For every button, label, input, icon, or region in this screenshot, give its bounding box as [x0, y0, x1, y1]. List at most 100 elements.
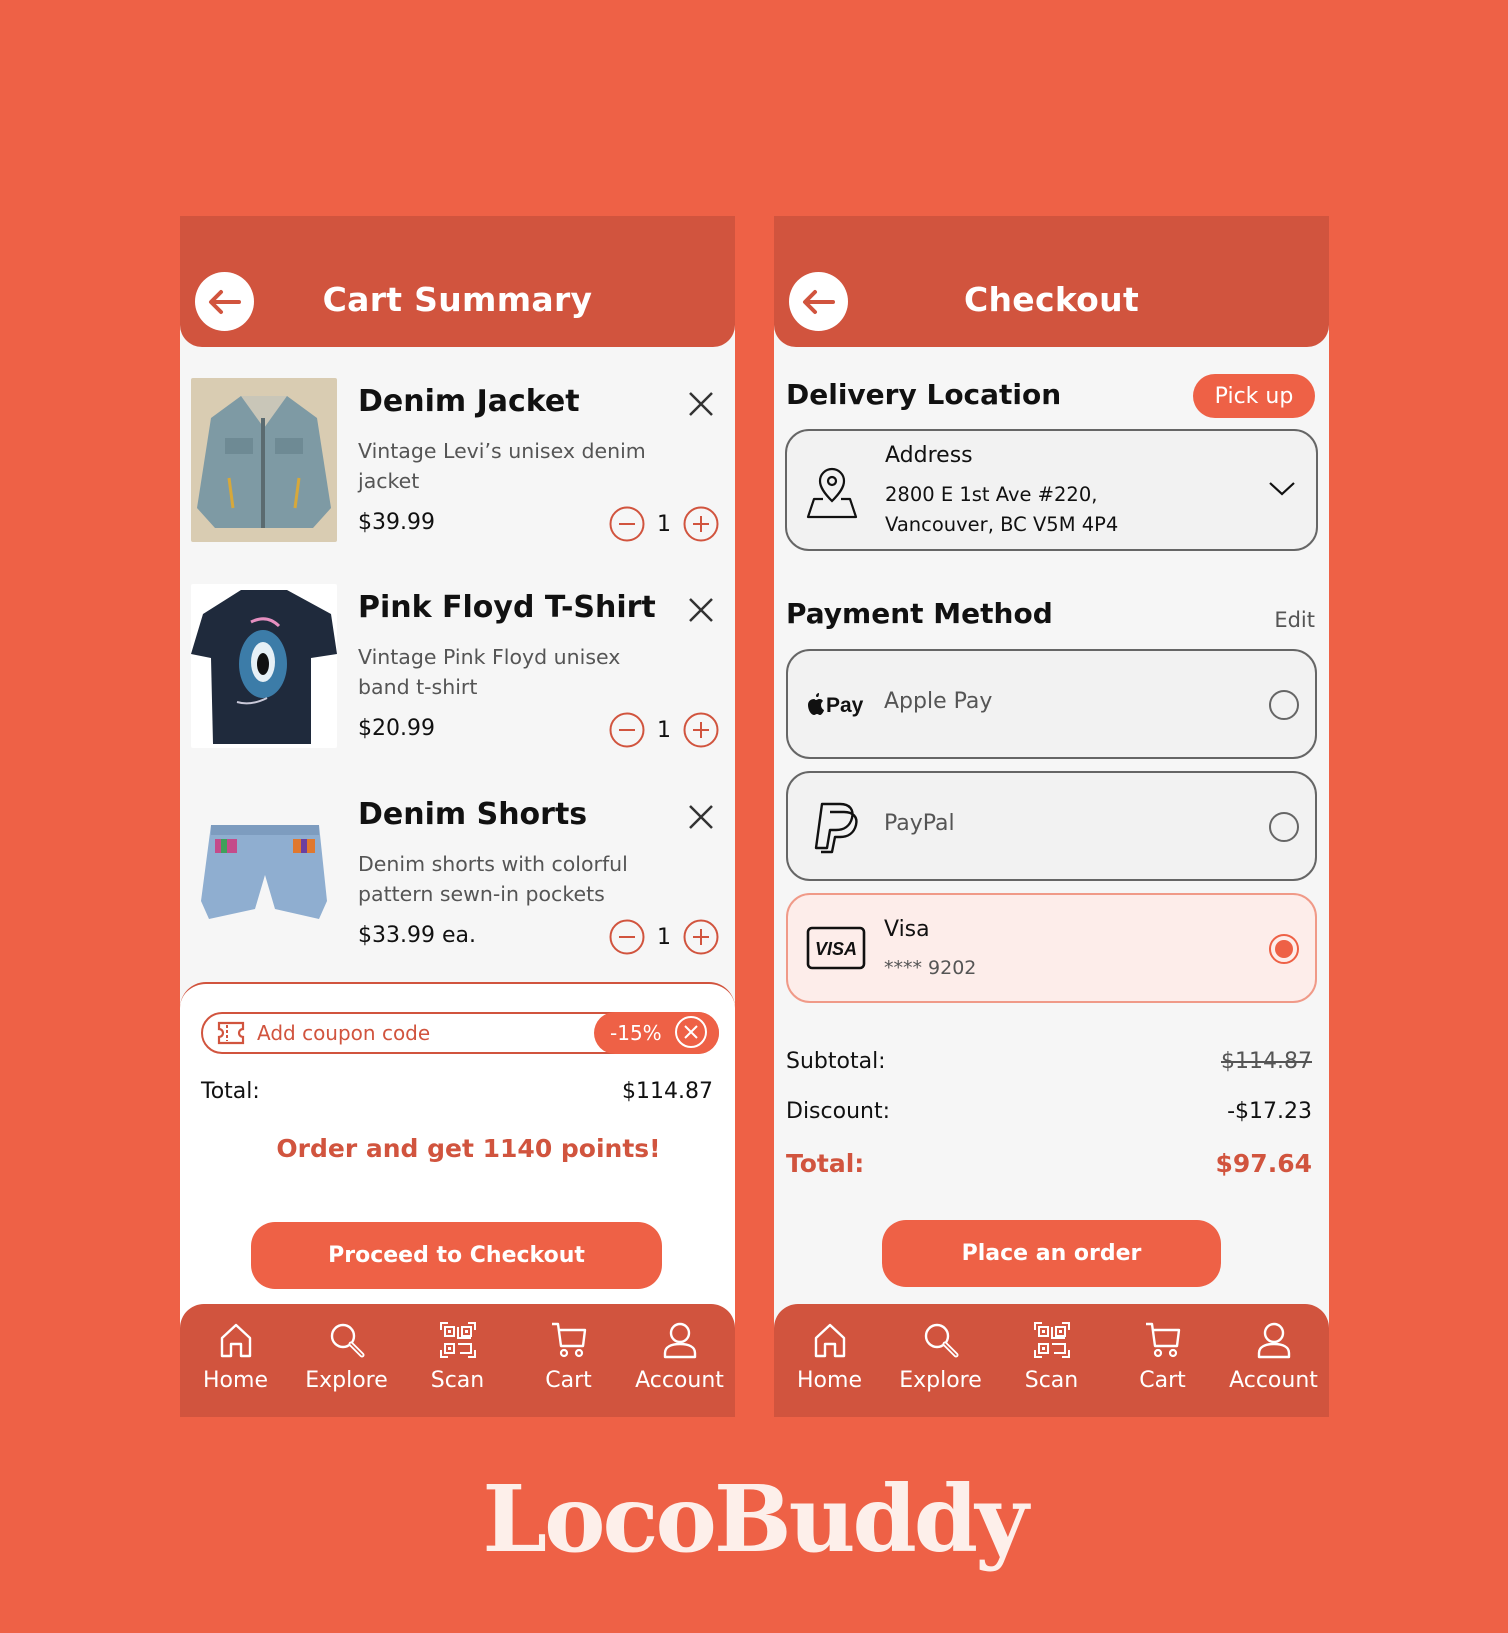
item-name: Denim Shorts [358, 797, 588, 832]
minus-icon[interactable] [609, 712, 645, 748]
payment-option-visa[interactable]: VISA Visa **** 9202 [786, 893, 1317, 1003]
nav-item-account[interactable]: Account [624, 1304, 735, 1417]
nav-item-explore[interactable]: Explore [291, 1304, 402, 1417]
paypal-icon [802, 773, 870, 879]
bottom-nav: Home Explore Scan Cart Account [774, 1304, 1329, 1417]
chevron-down-icon [1269, 482, 1295, 496]
points-message: Order and get 1140 points! [276, 1134, 661, 1163]
subtotal-row: Subtotal: $114.87 [786, 1049, 1312, 1074]
radio-button[interactable] [1269, 812, 1299, 842]
pick-up-button[interactable]: Pick up [1193, 374, 1315, 418]
total-value: $97.64 [1215, 1149, 1312, 1178]
nav-item-explore[interactable]: Explore [885, 1304, 996, 1417]
radio-button[interactable] [1269, 690, 1299, 720]
ticket-icon [217, 1021, 245, 1045]
payment-method-title: Payment Method [786, 597, 1053, 630]
nav-item-scan[interactable]: Scan [402, 1304, 513, 1417]
item-name: Denim Jacket [358, 384, 580, 419]
checkout-header: Checkout [774, 216, 1329, 347]
nav-label: Account [635, 1368, 724, 1393]
minus-icon[interactable] [609, 919, 645, 955]
item-description: Denim shorts with colorful pattern sewn-… [358, 852, 628, 906]
total-value: $114.87 [622, 1079, 713, 1104]
edit-payment-link[interactable]: Edit [1274, 608, 1315, 632]
denim-shorts-photo [191, 791, 337, 955]
coupon-placeholder: Add coupon code [257, 1021, 431, 1045]
cart-header: Cart Summary [180, 216, 735, 347]
nav-label: Scan [1024, 1368, 1079, 1393]
svg-text:VISA: VISA [815, 939, 857, 959]
nav-label: Account [1229, 1368, 1318, 1393]
qr-code-icon [1033, 1322, 1070, 1358]
payment-name: Apple Pay [884, 689, 993, 714]
item-price: $39.99 [358, 510, 435, 535]
quantity-stepper: 1 [609, 712, 719, 748]
subtotal-label: Subtotal: [786, 1049, 886, 1074]
remove-item-icon[interactable] [687, 390, 715, 418]
qr-code-icon [439, 1322, 476, 1358]
search-icon [330, 1323, 364, 1358]
payment-option-apple-pay[interactable]: Pay Apple Pay [786, 649, 1317, 759]
nav-label: Explore [305, 1368, 388, 1393]
nav-item-cart[interactable]: Cart [1107, 1304, 1218, 1417]
nav-item-home[interactable]: Home [180, 1304, 291, 1417]
page-title: Cart Summary [322, 280, 593, 319]
quantity-value: 1 [657, 511, 671, 537]
cart-item: Denim Shorts Denim shorts with colorful … [180, 791, 735, 971]
svg-text:Pay: Pay [826, 694, 864, 717]
subtotal-value: $114.87 [1221, 1049, 1312, 1074]
quantity-stepper: 1 [609, 506, 719, 542]
remove-coupon-button[interactable] [675, 1016, 707, 1048]
plus-icon[interactable] [683, 712, 719, 748]
discount-value: -15% [610, 1021, 662, 1045]
denim-jacket-photo [191, 378, 337, 542]
bottom-nav: Home Explore Scan Cart Account [180, 1304, 735, 1417]
nav-item-account[interactable]: Account [1218, 1304, 1329, 1417]
discount-row: Discount: -$17.23 [786, 1099, 1312, 1124]
payment-name: Visa [884, 917, 930, 942]
coupon-input[interactable]: Add coupon code -15% [201, 1012, 719, 1054]
payment-option-paypal[interactable]: PayPal [786, 771, 1317, 881]
total-label: Total: [786, 1149, 865, 1178]
visa-icon: VISA [802, 895, 870, 1001]
plus-icon[interactable] [683, 506, 719, 542]
cart-icon [1145, 1322, 1180, 1358]
nav-label: Scan [430, 1368, 485, 1393]
item-description: Vintage Levi’s unisex denim jacket [358, 439, 646, 493]
address-selector[interactable]: Address 2800 E 1st Ave #220, Vancouver, … [785, 429, 1318, 551]
cart-summary-screen: Cart Summary Denim Jacket Vintage Levi’s… [180, 216, 735, 1417]
remove-item-icon[interactable] [687, 803, 715, 831]
plus-icon[interactable] [683, 919, 719, 955]
minus-icon[interactable] [609, 506, 645, 542]
nav-item-scan[interactable]: Scan [996, 1304, 1107, 1417]
address-label: Address [885, 443, 973, 468]
page-title: Checkout [963, 280, 1140, 319]
address-line-1: 2800 E 1st Ave #220, [885, 483, 1098, 506]
nav-label: Cart [1139, 1368, 1186, 1393]
remove-item-icon[interactable] [687, 596, 715, 624]
applied-discount-badge: -15% [594, 1012, 719, 1054]
card-number-masked: **** 9202 [884, 957, 977, 979]
item-price: $33.99 ea. [358, 923, 476, 948]
nav-label: Home [797, 1368, 862, 1393]
apple-pay-icon: Pay [802, 651, 870, 757]
nav-item-home[interactable]: Home [774, 1304, 885, 1417]
item-name: Pink Floyd T-Shirt [358, 590, 656, 625]
place-order-button[interactable]: Place an order [882, 1220, 1221, 1287]
total-row: Total: $97.64 [786, 1149, 1312, 1178]
delivery-location-title: Delivery Location [786, 378, 1062, 411]
nav-item-cart[interactable]: Cart [513, 1304, 624, 1417]
pink-floyd-tshirt-photo [191, 584, 337, 748]
brand-logo: LocoBuddy [482, 1465, 1028, 1573]
close-icon [684, 1025, 698, 1039]
map-pin-icon [806, 467, 858, 519]
item-description: Vintage Pink Floyd unisex band t-shirt [358, 645, 621, 699]
cart-icon [551, 1322, 586, 1358]
proceed-to-checkout-button[interactable]: Proceed to Checkout [251, 1222, 662, 1289]
radio-button-selected[interactable] [1269, 934, 1299, 964]
checkout-screen: Checkout Delivery Location Pick up Addre… [774, 216, 1329, 1417]
discount-label: Discount: [786, 1099, 890, 1124]
search-icon [924, 1323, 958, 1358]
quantity-value: 1 [657, 924, 671, 950]
item-price: $20.99 [358, 716, 435, 741]
